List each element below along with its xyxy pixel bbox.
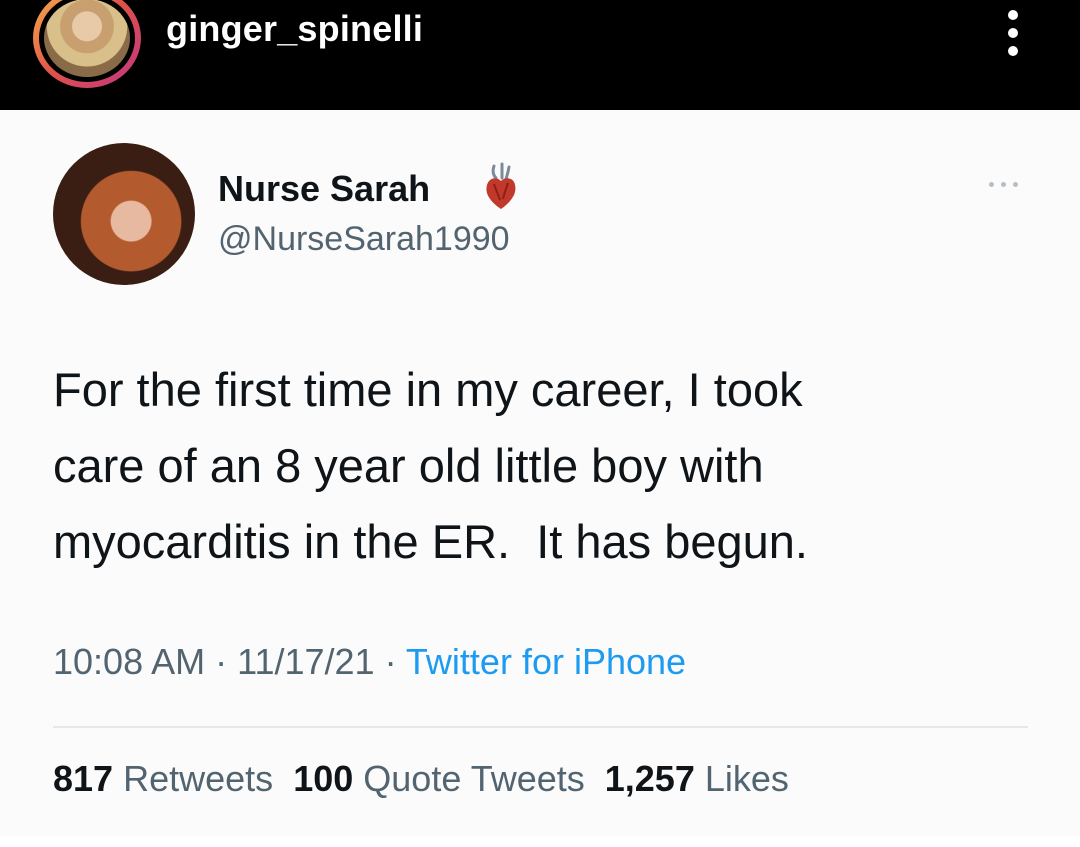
quote-tweets-count: 100: [293, 758, 354, 799]
tweet-time[interactable]: 10:08 AM: [53, 641, 205, 682]
bottom-edge: [0, 836, 1080, 847]
instagram-username[interactable]: ginger_spinelli: [166, 8, 423, 50]
tweet-source-link[interactable]: Twitter for iPhone: [406, 641, 686, 682]
more-options-icon[interactable]: [985, 178, 1025, 190]
vertical-ellipsis-icon[interactable]: [1002, 8, 1026, 58]
likes-count: 1,257: [604, 758, 695, 799]
divider: [53, 726, 1028, 728]
likes-stat[interactable]: 1,257 Likes: [605, 758, 789, 799]
tweet-author-avatar[interactable]: [53, 143, 195, 285]
quote-tweets-label: Quote Tweets: [363, 758, 585, 799]
tweet-stats-row: 817 Retweets 100 Quote Tweets 1,257 Like…: [53, 758, 789, 800]
avatar-photo: [44, 0, 130, 77]
likes-label: Likes: [704, 758, 789, 799]
tweet-text-line: For the first time in my career, I took: [53, 363, 803, 416]
instagram-post-screenshot: ginger_spinelli Nurse Sarah @NurseSarah1…: [0, 0, 1080, 847]
tweet-body: For the first time in my career, I took …: [53, 352, 1013, 580]
tweet-author-handle[interactable]: @NurseSarah1990: [218, 220, 510, 259]
tweet-text-line: myocarditis in the ER. It has begun.: [53, 515, 808, 568]
tweet-text-line: care of an 8 year old little boy with: [53, 439, 764, 492]
retweets-stat[interactable]: 817 Retweets: [53, 758, 273, 799]
tweet-author-name[interactable]: Nurse Sarah: [218, 168, 430, 210]
retweets-count: 817: [53, 758, 114, 799]
anatomical-heart-icon: [486, 162, 516, 209]
instagram-post-header: ginger_spinelli: [0, 0, 1080, 110]
quote-tweets-stat[interactable]: 100 Quote Tweets: [293, 758, 585, 799]
tweet-date[interactable]: 11/17/21: [237, 641, 374, 682]
retweets-label: Retweets: [123, 758, 274, 799]
instagram-avatar[interactable]: [33, 0, 141, 88]
tweet-timestamp-row: 10:08 AM · 11/17/21 · Twitter for iPhone: [53, 641, 687, 682]
